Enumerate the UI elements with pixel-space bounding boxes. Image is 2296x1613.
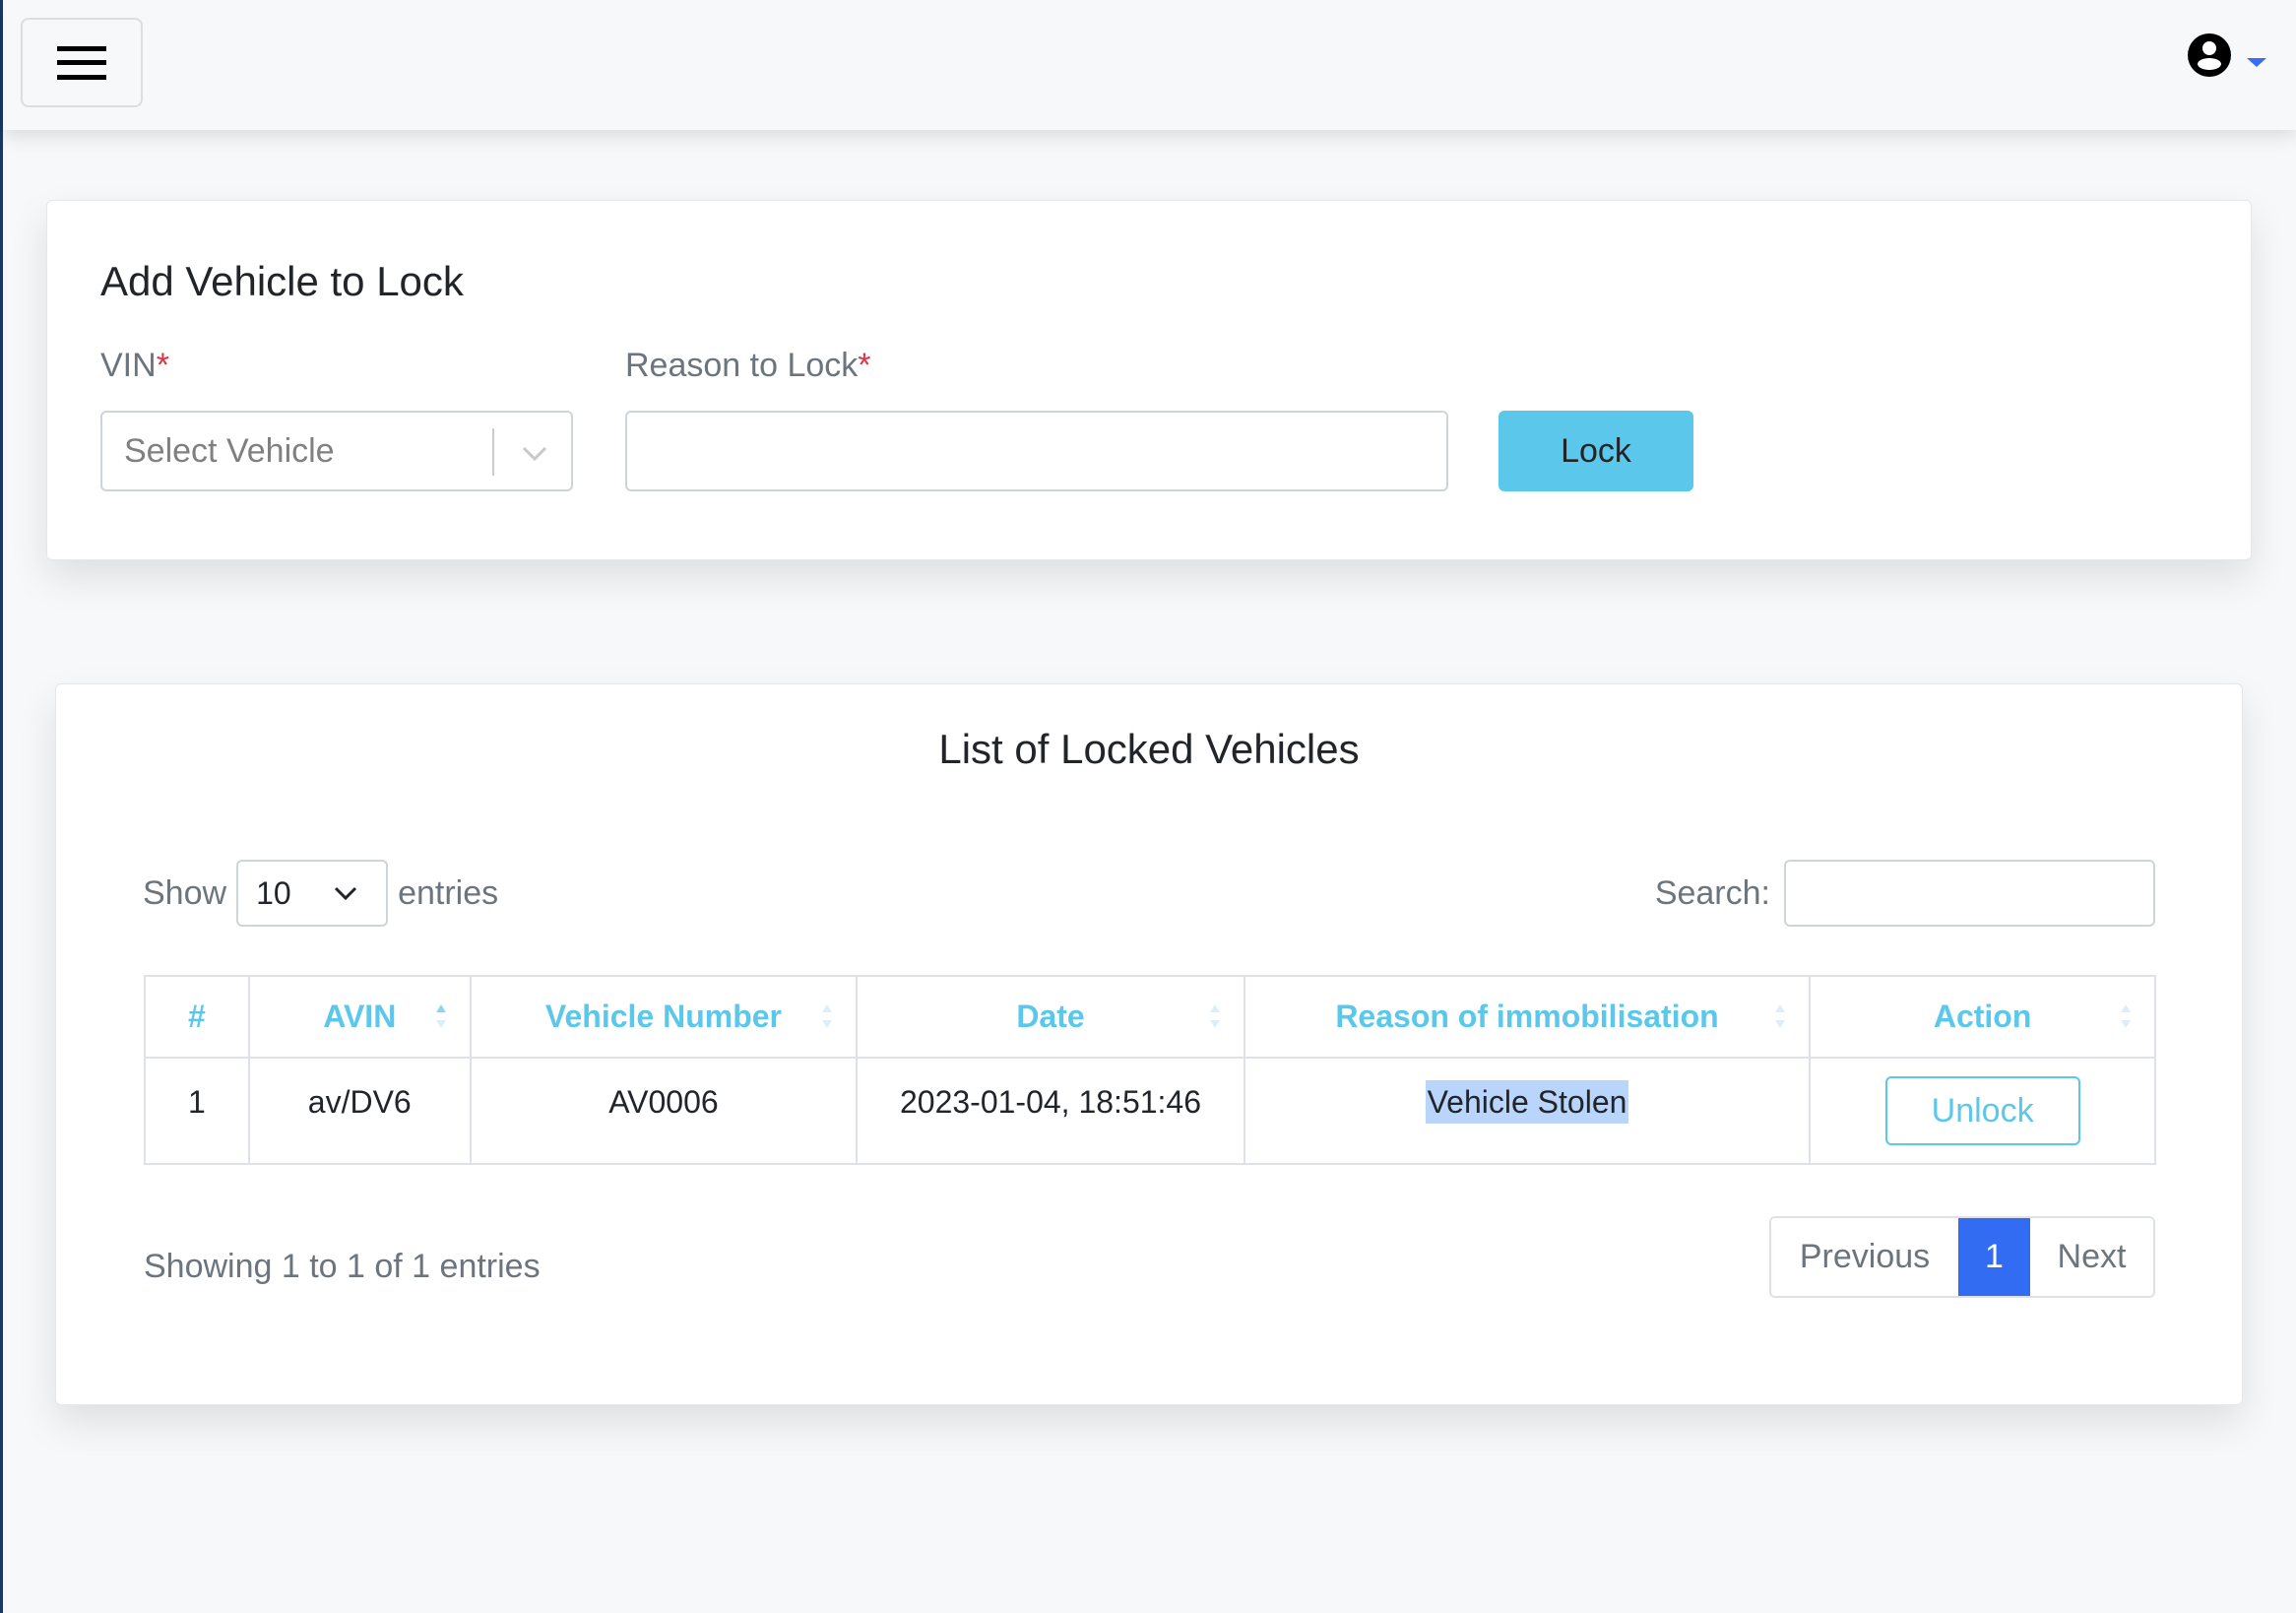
vin-select-placeholder: Select Vehicle [124, 432, 335, 470]
locked-vehicles-title: List of Locked Vehicles [938, 726, 1360, 772]
pagination-page-1[interactable]: 1 [1958, 1218, 2030, 1296]
search-input[interactable] [1784, 860, 2155, 927]
sidebar-edge [0, 0, 3, 1613]
sort-icon [1209, 1004, 1220, 1034]
page-length-value: 10 [256, 875, 291, 911]
required-marker: * [858, 347, 871, 384]
cell-date: 2023-01-04, 18:51:46 [856, 1057, 1245, 1165]
unlock-button[interactable]: Unlock [1884, 1076, 2080, 1145]
column-header-vehicle-number[interactable]: Vehicle Number [469, 975, 859, 1059]
lock-button[interactable]: Lock [1499, 411, 1693, 491]
page-length-control: Show 10 entries [143, 860, 498, 927]
chevron-down-icon [335, 886, 357, 901]
locked-vehicles-table: # AVIN Vehicle Number Date Reason of imm… [144, 975, 2156, 1165]
menu-toggle-button[interactable] [21, 18, 143, 107]
search-label: Search: [1654, 873, 1770, 912]
selected-text: Vehicle Stolen [1425, 1080, 1629, 1124]
required-marker: * [156, 347, 169, 384]
page-length-select[interactable]: 10 [236, 860, 389, 927]
table-row: 1 av/DV6 AV0006 2023-01-04, 18:51:46 Veh… [144, 1057, 2156, 1165]
add-vehicle-title: Add Vehicle to Lock [100, 258, 464, 304]
cell-vehicle-number: AV0006 [469, 1057, 859, 1165]
cell-index: 1 [144, 1057, 250, 1165]
cell-avin: av/DV6 [247, 1057, 472, 1165]
column-header-date[interactable]: Date [856, 975, 1245, 1059]
column-header-action[interactable]: Action [1809, 975, 2156, 1059]
chevron-down-icon [522, 446, 547, 462]
reason-label: Reason to Lock* [625, 347, 871, 384]
caret-down-icon [2247, 57, 2266, 67]
column-header-reason[interactable]: Reason of immobilisation [1243, 975, 1812, 1059]
user-circle-icon [2188, 33, 2231, 77]
locked-vehicles-card: List of Locked Vehicles Show 10 entries … [55, 683, 2243, 1405]
add-vehicle-card: Add Vehicle to Lock VIN* Reason to Lock*… [46, 200, 2252, 560]
table-header-row: # AVIN Vehicle Number Date Reason of imm… [144, 975, 2156, 1059]
cell-action: Unlock [1809, 1057, 2156, 1165]
cell-reason: Vehicle Stolen [1243, 1057, 1812, 1165]
pagination-next[interactable]: Next [2030, 1218, 2153, 1296]
sort-icon [2121, 1004, 2131, 1034]
search-control: Search: [1655, 860, 2155, 927]
column-header-index[interactable]: # [144, 975, 250, 1059]
reason-input[interactable] [625, 411, 1448, 491]
sort-icon [822, 1004, 833, 1034]
sort-icon [435, 1004, 446, 1034]
top-navbar [3, 0, 2296, 130]
hamburger-icon [57, 45, 106, 80]
column-header-avin[interactable]: AVIN [247, 975, 472, 1059]
select-separator [492, 428, 494, 476]
pagination: Previous 1 Next [1769, 1216, 2155, 1298]
user-menu-dropdown[interactable] [2186, 32, 2266, 79]
table-info: Showing 1 to 1 of 1 entries [144, 1248, 541, 1285]
pagination-previous[interactable]: Previous [1771, 1218, 1958, 1296]
vin-select[interactable]: Select Vehicle [100, 411, 573, 491]
sort-icon [1775, 1004, 1786, 1034]
entries-label: entries [398, 873, 499, 912]
show-label: Show [143, 873, 227, 912]
vin-label: VIN* [100, 347, 169, 384]
